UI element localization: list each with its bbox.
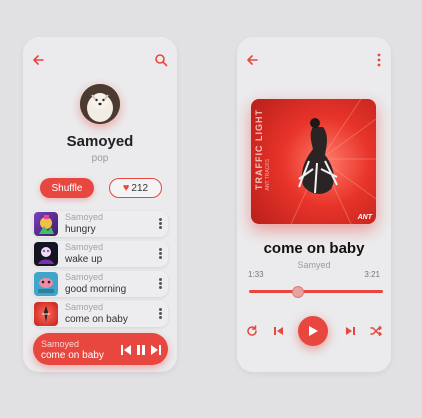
- search-button[interactable]: [152, 51, 170, 69]
- repeat-icon: [247, 325, 257, 336]
- mini-player-artist: Samoyed: [41, 339, 80, 349]
- more-options-button[interactable]: [159, 217, 163, 231]
- duration-time: 3:21: [364, 270, 380, 279]
- list-item[interactable]: Samoyed come on baby: [33, 301, 168, 327]
- song-thumbnail: [34, 272, 58, 296]
- back-button[interactable]: [243, 51, 261, 69]
- prev-icon: [274, 327, 283, 335]
- now-playing-title: come on baby: [263, 240, 365, 257]
- like-count: 212: [131, 182, 149, 194]
- play-icon: [309, 326, 318, 336]
- more-options-button[interactable]: [370, 51, 388, 69]
- like-button[interactable]: ♥ 212: [109, 178, 162, 198]
- next-button[interactable]: [343, 324, 357, 338]
- mini-player-title: come on baby: [41, 350, 104, 361]
- song-title: wake up: [65, 254, 103, 265]
- profile-name: Samoyed: [66, 133, 134, 150]
- song-artist: Samoyed: [65, 212, 104, 222]
- song-thumbnail: [34, 302, 58, 326]
- next-icon: [346, 327, 355, 335]
- avatar: [80, 84, 120, 124]
- shuffle-button[interactable]: Shuffle: [40, 178, 94, 198]
- profile-card: Samoyed pop Shuffle ♥ 212 Samoyed hungry…: [23, 37, 177, 372]
- list-item[interactable]: Samoyed wake up: [33, 241, 168, 267]
- song-title: come on baby: [65, 314, 128, 325]
- more-options-button[interactable]: [159, 277, 163, 291]
- song-artist: Samoyed: [65, 242, 104, 252]
- album-art-subtext: ANT TRACKS: [265, 159, 271, 191]
- song-title: hungry: [65, 224, 96, 235]
- back-arrow-icon: [33, 55, 44, 65]
- back-arrow-icon: [247, 55, 258, 65]
- more-options-button[interactable]: [159, 307, 163, 321]
- song-title: good morning: [65, 284, 127, 295]
- song-thumbnail: [34, 242, 58, 266]
- prev-button[interactable]: [272, 324, 286, 338]
- next-icon: [151, 345, 161, 355]
- play-button[interactable]: [298, 316, 328, 346]
- album-art-text: TRAFFIC LIGHT: [254, 109, 264, 190]
- prev-button[interactable]: [121, 343, 131, 355]
- now-playing-artist: Samyed: [297, 260, 331, 270]
- elapsed-time: 1:33: [248, 270, 264, 279]
- prev-icon: [121, 345, 131, 355]
- heart-icon: ♥: [122, 182, 130, 194]
- more-vertical-icon: [377, 53, 381, 67]
- next-button[interactable]: [151, 343, 161, 355]
- shuffle-button[interactable]: [369, 324, 383, 338]
- shuffle-icon: [370, 325, 382, 337]
- back-button[interactable]: [29, 51, 47, 69]
- album-art-logo: ANT: [357, 214, 372, 221]
- pause-button[interactable]: [136, 343, 146, 355]
- list-item[interactable]: Samoyed good morning: [33, 271, 168, 297]
- song-thumbnail: [34, 212, 58, 236]
- now-playing-card: TRAFFIC LIGHT ANT TRACKS ANT come on bab…: [237, 37, 391, 372]
- pause-icon: [137, 345, 145, 355]
- progress-knob[interactable]: [292, 286, 305, 298]
- album-art: TRAFFIC LIGHT ANT TRACKS ANT: [251, 99, 376, 224]
- mini-player[interactable]: Samoyed come on baby: [33, 333, 168, 365]
- progress-track[interactable]: [249, 290, 383, 293]
- list-item[interactable]: Samoyed hungry: [33, 211, 168, 237]
- song-artist: Samoyed: [65, 302, 104, 312]
- search-icon: [155, 54, 168, 67]
- dog-avatar-image: [80, 84, 120, 124]
- song-artist: Samoyed: [65, 272, 104, 282]
- more-options-button[interactable]: [159, 247, 163, 261]
- profile-genre: pop: [91, 153, 109, 164]
- repeat-button[interactable]: [245, 324, 259, 338]
